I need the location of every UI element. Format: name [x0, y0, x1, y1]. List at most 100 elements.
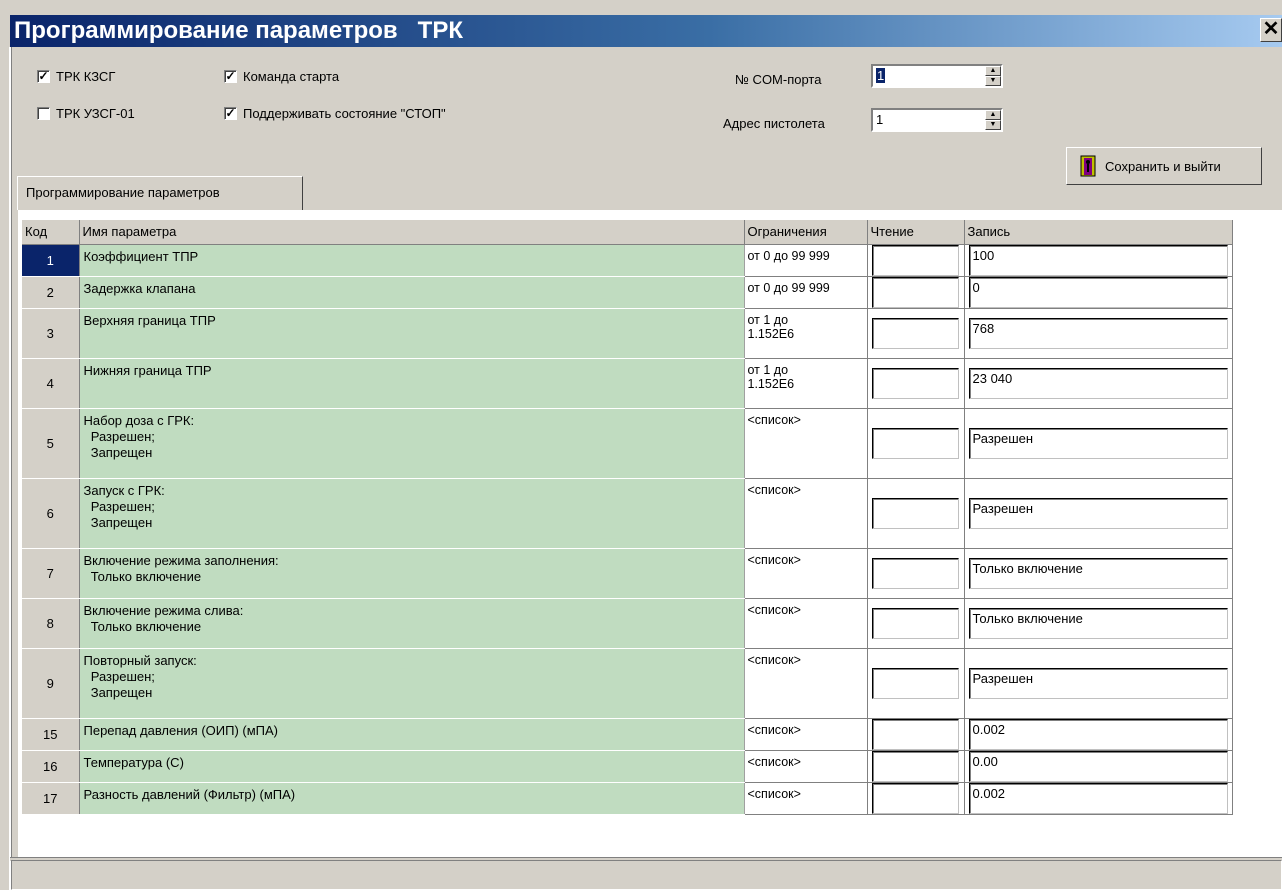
- table-row[interactable]: 3 Верхняя граница ТПР от 1 до 1.152E6 768: [22, 308, 1233, 359]
- read-value-field[interactable]: [872, 782, 959, 814]
- read-value-field[interactable]: [872, 750, 959, 782]
- row-name: Температура (С): [79, 750, 745, 783]
- table-row[interactable]: 4 Нижняя граница ТПР от 1 до 1.152E6 23 040: [22, 358, 1233, 409]
- row-code[interactable]: 17: [22, 782, 80, 815]
- column-header-code[interactable]: Код: [22, 220, 80, 245]
- checkbox-box[interactable]: ✓: [37, 69, 50, 83]
- read-value-field[interactable]: [872, 317, 959, 349]
- row-name: Набор доза с ГРК: Разрешен; Запрещен: [79, 408, 745, 479]
- column-header-write[interactable]: Запись: [964, 220, 1233, 245]
- table-header-row: Код Имя параметра Ограничения Чтение Зап…: [22, 220, 1233, 245]
- spin-up-icon[interactable]: ▲: [985, 110, 1001, 120]
- row-name: Запуск с ГРК: Разрешен; Запрещен: [79, 478, 745, 549]
- row-code[interactable]: 5: [22, 408, 80, 479]
- checkbox-box[interactable]: ✓: [224, 106, 237, 120]
- write-value-field[interactable]: 0.00: [968, 750, 1228, 782]
- trk-kzsg-checkbox[interactable]: ✓ ТРК КЗСГ: [37, 67, 115, 85]
- row-limits: от 1 до 1.152E6: [744, 358, 868, 409]
- com-port-spinner[interactable]: 1 ▲ ▼: [871, 64, 1003, 88]
- row-read-cell: [867, 358, 965, 409]
- row-write-cell: 0.00: [964, 750, 1233, 783]
- column-header-name[interactable]: Имя параметра: [79, 220, 745, 245]
- row-write-cell: Только включение: [964, 598, 1233, 649]
- row-write-cell: 100: [964, 244, 1233, 277]
- write-value-field[interactable]: 0: [968, 276, 1228, 308]
- row-code[interactable]: 6: [22, 478, 80, 549]
- read-value-field[interactable]: [872, 667, 959, 699]
- table-row[interactable]: 7 Включение режима заполнения: Только вкл…: [22, 548, 1233, 599]
- title-bar: Программирование параметров ТРК ✕: [10, 15, 1282, 47]
- trk-uzsg-checkbox[interactable]: ТРК УЗСГ-01: [37, 104, 135, 122]
- row-read-cell: [867, 782, 965, 815]
- read-value-field[interactable]: [872, 276, 959, 308]
- read-value-field[interactable]: [872, 557, 959, 589]
- table-row[interactable]: 5 Набор доза с ГРК: Разрешен; Запрещен <сп…: [22, 408, 1233, 479]
- table-row[interactable]: 1 Коэффициент ТПР от 0 до 99 999 100: [22, 244, 1233, 277]
- table-row[interactable]: 6 Запуск с ГРК: Разрешен; Запрещен <список…: [22, 478, 1233, 549]
- write-value-field[interactable]: 23 040: [968, 367, 1228, 399]
- write-value-field[interactable]: Разрешен: [968, 667, 1228, 699]
- tab-parameter-programming[interactable]: Программирование параметров: [17, 176, 303, 210]
- start-command-checkbox[interactable]: ✓ Команда старта: [224, 67, 339, 85]
- close-button[interactable]: ✕: [1260, 18, 1282, 42]
- save-and-exit-button[interactable]: Сохранить и выйти: [1066, 147, 1262, 185]
- write-value-field[interactable]: 100: [968, 244, 1228, 276]
- write-value-field[interactable]: 768: [968, 317, 1228, 349]
- write-value-field[interactable]: 0.002: [968, 782, 1228, 814]
- row-code[interactable]: 15: [22, 718, 80, 751]
- table-row[interactable]: 9 Повторный запуск: Разрешен; Запрещен <сп…: [22, 648, 1233, 719]
- row-read-cell: [867, 244, 965, 277]
- row-read-cell: [867, 478, 965, 549]
- row-read-cell: [867, 408, 965, 479]
- write-value-field[interactable]: 0.002: [968, 718, 1228, 750]
- gun-address-spinner[interactable]: 1 ▲ ▼: [871, 108, 1003, 132]
- write-value-field[interactable]: Разрешен: [968, 497, 1228, 529]
- read-value-field[interactable]: [872, 607, 959, 639]
- row-code[interactable]: 7: [22, 548, 80, 599]
- column-header-read[interactable]: Чтение: [867, 220, 965, 245]
- row-code[interactable]: 1: [22, 244, 80, 277]
- row-write-cell: 0: [964, 276, 1233, 309]
- read-value-field[interactable]: [872, 244, 959, 276]
- gun-address-value[interactable]: 1: [876, 112, 883, 127]
- gun-address-label: Адрес пистолета: [723, 116, 825, 131]
- row-code[interactable]: 16: [22, 750, 80, 783]
- spin-down-icon[interactable]: ▼: [985, 76, 1001, 86]
- column-header-limits[interactable]: Ограничения: [744, 220, 868, 245]
- com-port-label: № COM-порта: [735, 72, 822, 87]
- write-value-field[interactable]: Разрешен: [968, 427, 1228, 459]
- checkbox-box[interactable]: [37, 106, 50, 120]
- exit-door-icon: [1080, 155, 1096, 177]
- table-row[interactable]: 8 Включение режима слива: Только включени…: [22, 598, 1233, 649]
- spin-down-icon[interactable]: ▼: [985, 120, 1001, 130]
- table-row[interactable]: 2 Задержка клапана от 0 до 99 999 0: [22, 276, 1233, 309]
- row-name: Коэффициент ТПР: [79, 244, 745, 277]
- row-code[interactable]: 2: [22, 276, 80, 309]
- status-bar: [11, 860, 1282, 890]
- read-value-field[interactable]: [872, 718, 959, 750]
- write-value-field[interactable]: Только включение: [968, 557, 1228, 589]
- com-port-value[interactable]: 1: [876, 68, 886, 83]
- row-limits: <список>: [744, 750, 868, 783]
- write-value-field[interactable]: Только включение: [968, 607, 1228, 639]
- table-row[interactable]: 16 Температура (С) <список> 0.00: [22, 750, 1233, 783]
- row-write-cell: Разрешен: [964, 478, 1233, 549]
- row-code[interactable]: 8: [22, 598, 80, 649]
- row-code[interactable]: 4: [22, 358, 80, 409]
- table-row[interactable]: 17 Разность давлений (Фильтр) (мПА) <списо…: [22, 782, 1233, 815]
- read-value-field[interactable]: [872, 427, 959, 459]
- row-name: Повторный запуск: Разрешен; Запрещен: [79, 648, 745, 719]
- spin-up-icon[interactable]: ▲: [985, 66, 1001, 76]
- row-write-cell: 0.002: [964, 718, 1233, 751]
- row-code[interactable]: 9: [22, 648, 80, 719]
- parameters-grid[interactable]: Код Имя параметра Ограничения Чтение Зап…: [18, 210, 1282, 858]
- checkbox-box[interactable]: ✓: [224, 69, 237, 83]
- row-code[interactable]: 3: [22, 308, 80, 359]
- table-row[interactable]: 15 Перепад давления (ОИП) (мПА) <список> 0.…: [22, 718, 1233, 751]
- window-left-edge: [9, 47, 12, 890]
- window-title: Программирование параметров ТРК: [14, 17, 463, 44]
- stop-state-checkbox[interactable]: ✓ Поддерживать состояние "СТОП": [224, 104, 446, 122]
- read-value-field[interactable]: [872, 367, 959, 399]
- row-name: Разность давлений (Фильтр) (мПА): [79, 782, 745, 815]
- read-value-field[interactable]: [872, 497, 959, 529]
